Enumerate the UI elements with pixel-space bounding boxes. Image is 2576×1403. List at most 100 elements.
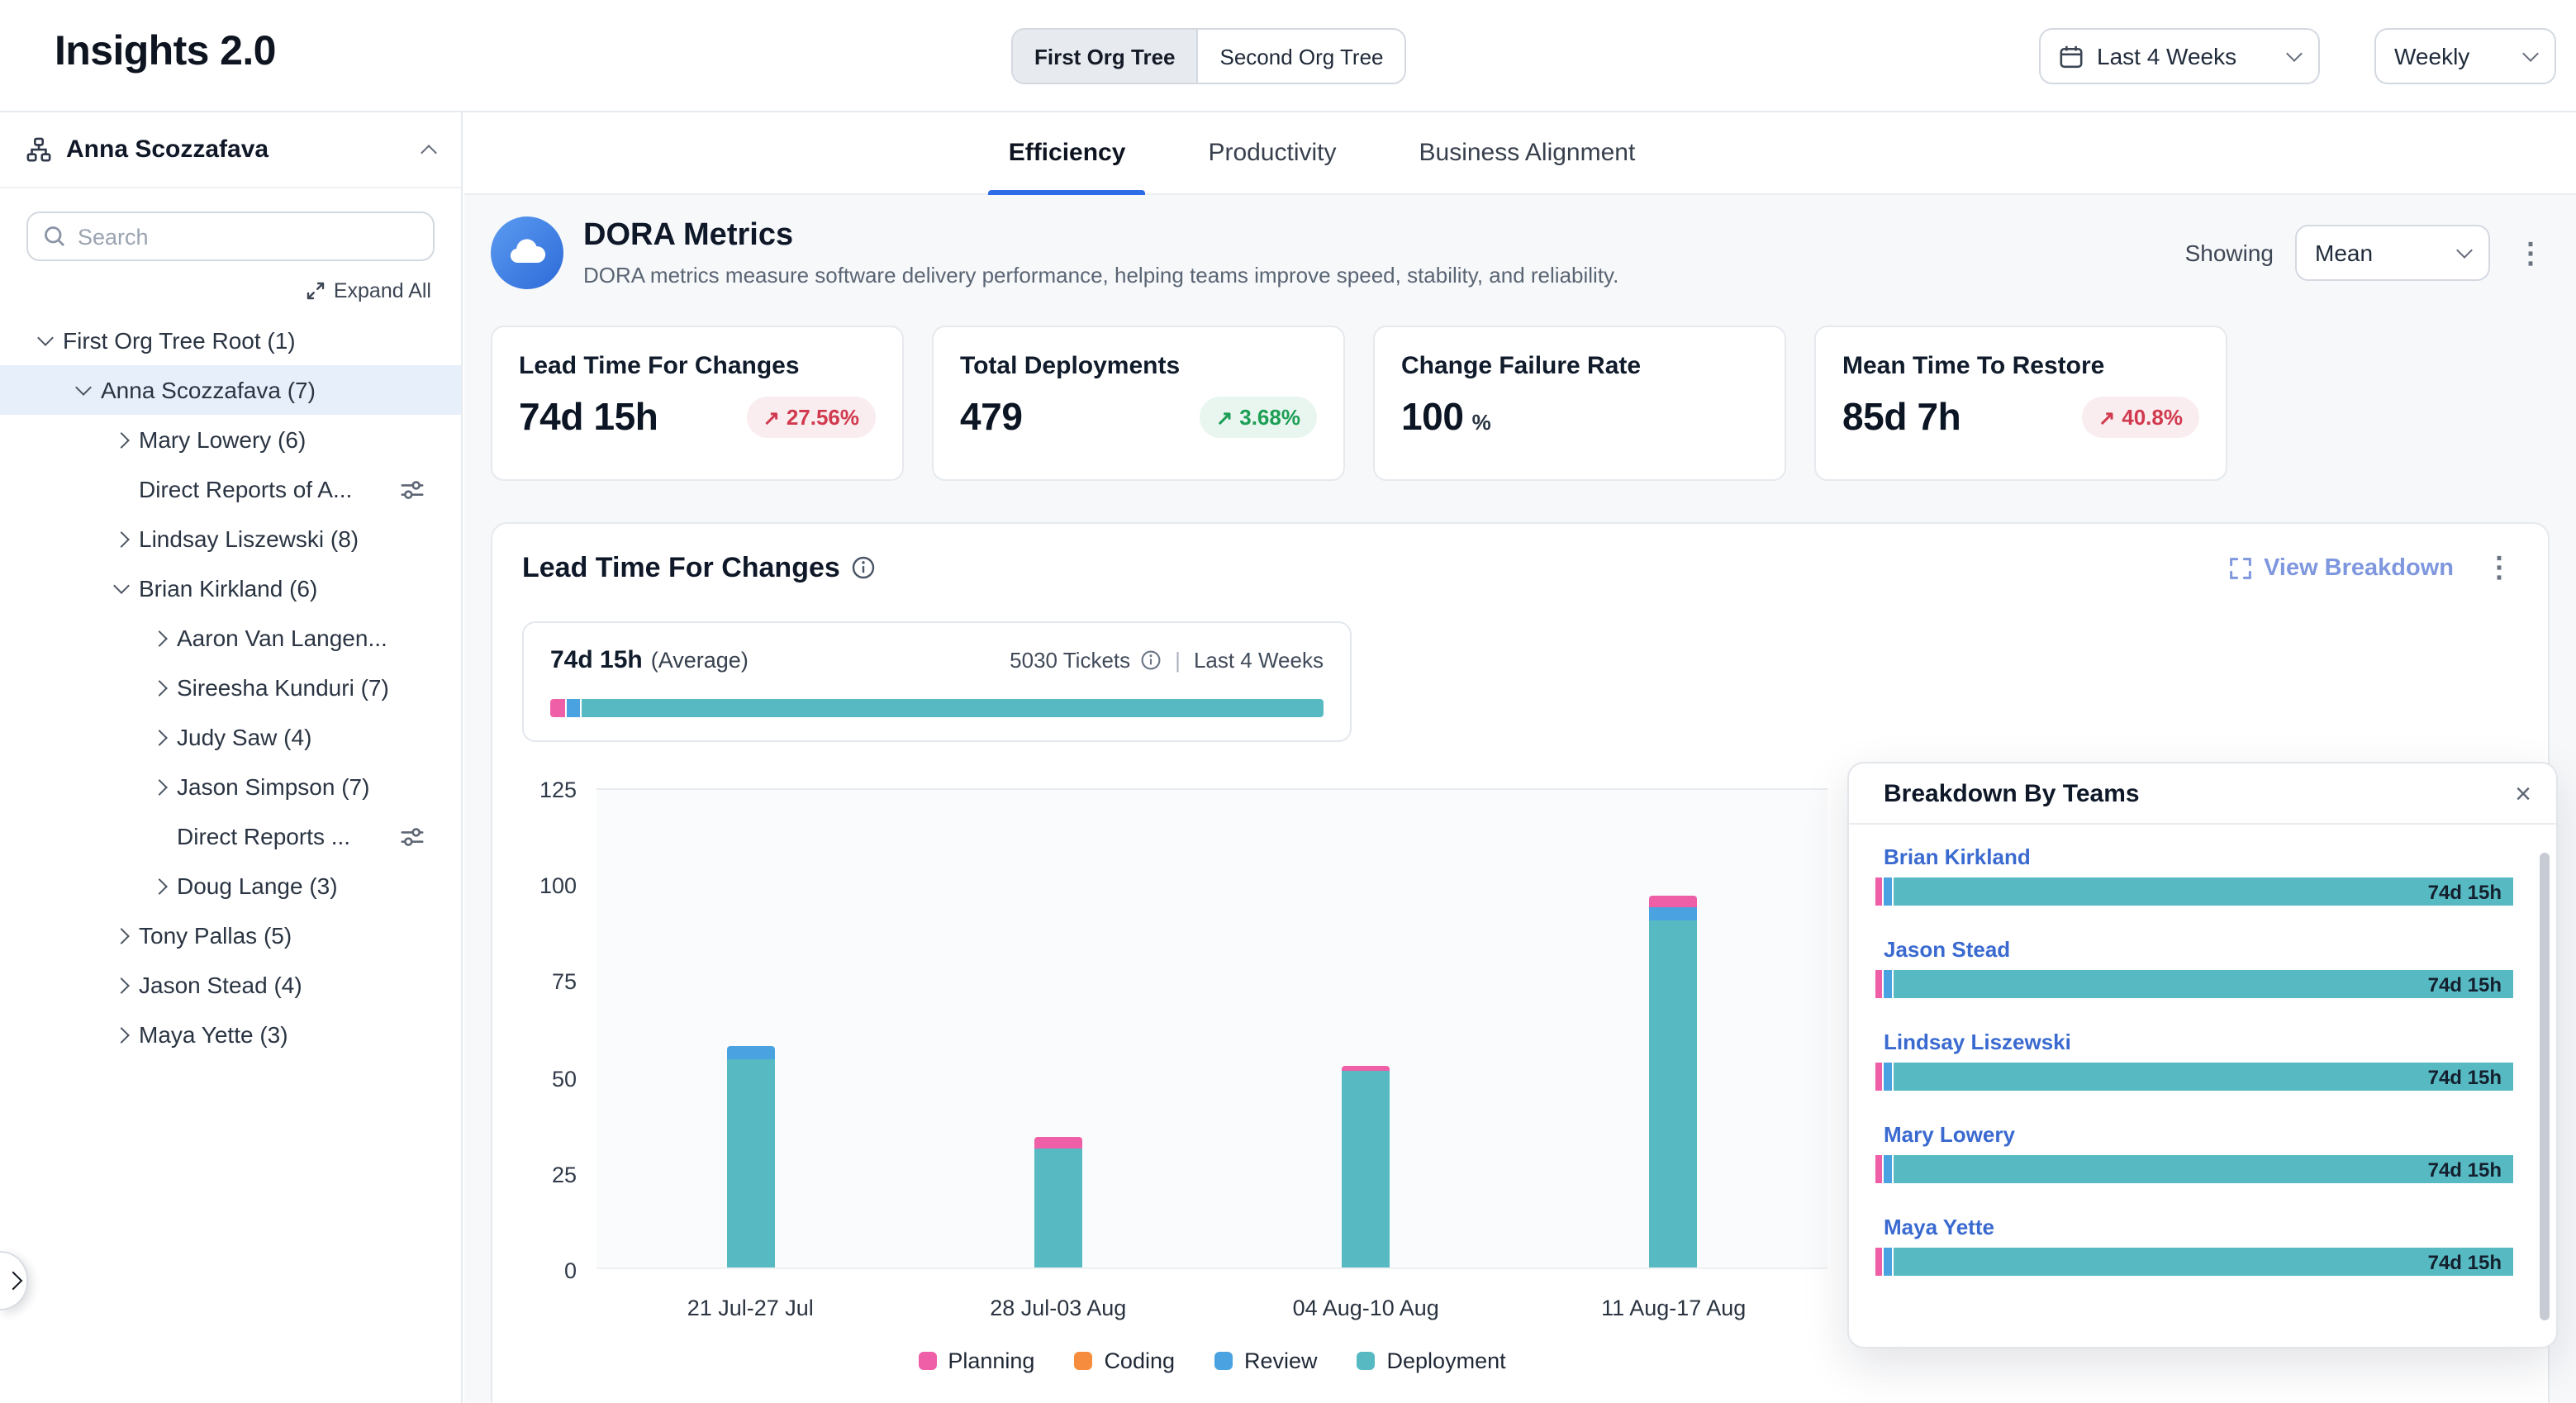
tree-item-anna-scozzafava-7[interactable]: Anna Scozzafava (7) xyxy=(0,365,461,415)
tree-item-label: First Org Tree Root (1) xyxy=(63,327,296,354)
breakdown-title: Breakdown By Teams xyxy=(1884,779,2515,807)
legend-item-planning[interactable]: Planning xyxy=(918,1348,1034,1373)
dora-kebab-menu-icon[interactable]: ⋮ xyxy=(2512,235,2550,270)
tree-item-mary-lowery-6[interactable]: Mary Lowery (6) xyxy=(0,415,461,464)
chevron-right-icon[interactable] xyxy=(112,977,129,993)
tab-efficiency[interactable]: Efficiency xyxy=(1004,112,1131,193)
breakdown-row-maya-yette: Maya Yette 74d 15h xyxy=(1875,1215,2513,1276)
tree-item-jason-simpson-7[interactable]: Jason Simpson (7) xyxy=(0,762,461,811)
breakdown-value: 74d 15h xyxy=(2428,880,2502,903)
chevron-right-icon[interactable] xyxy=(150,729,167,745)
filter-icon[interactable] xyxy=(400,477,425,502)
chart-bar-11-aug-17-aug[interactable] xyxy=(1650,896,1698,1267)
breakdown-team-link[interactable]: Brian Kirkland xyxy=(1884,844,2513,869)
breakdown-team-link[interactable]: Jason Stead xyxy=(1884,937,2513,962)
chevron-down-icon[interactable] xyxy=(112,578,129,594)
tree-chevron-box xyxy=(144,880,173,892)
breakdown-team-link[interactable]: Lindsay Liszewski xyxy=(1884,1030,2513,1054)
chevron-right-icon[interactable] xyxy=(150,778,167,795)
metric-card-title: Change Failure Rate xyxy=(1401,352,1758,380)
average-label: (Average) xyxy=(651,648,749,673)
tree-item-tony-pallas-5[interactable]: Tony Pallas (5) xyxy=(0,911,461,960)
chevron-down-icon[interactable] xyxy=(36,330,53,346)
filter-icon[interactable] xyxy=(400,824,425,849)
chevron-down-icon[interactable] xyxy=(74,379,91,396)
tree-item-lindsay-liszewski-8[interactable]: Lindsay Liszewski (8) xyxy=(0,514,461,564)
bar-segment-review xyxy=(1650,908,1698,921)
granularity-select[interactable]: Weekly xyxy=(2374,28,2556,84)
bar-segment-planning xyxy=(1650,896,1698,908)
legend-label: Coding xyxy=(1104,1348,1175,1373)
view-breakdown-button[interactable]: View Breakdown xyxy=(2229,554,2454,581)
tab-productivity[interactable]: Productivity xyxy=(1203,112,1341,193)
trend-up-icon: ↗ xyxy=(763,406,780,429)
breakdown-team-link[interactable]: Mary Lowery xyxy=(1884,1122,2513,1147)
tree-item-label: Anna Scozzafava (7) xyxy=(101,377,316,403)
search-input[interactable] xyxy=(78,224,418,249)
chevron-right-icon[interactable] xyxy=(112,927,129,944)
trend-up-icon: ↗ xyxy=(2098,406,2115,429)
sidebar-owner-row[interactable]: Anna Scozzafava xyxy=(0,112,461,188)
breakdown-bar: 74d 15h xyxy=(1875,970,2513,998)
chart-kebab-menu-icon[interactable]: ⋮ xyxy=(2480,550,2518,585)
tab-business-alignment[interactable]: Business Alignment xyxy=(1414,112,1641,193)
lead-time-chart: 0255075100125 xyxy=(596,788,1827,1269)
legend-swatch xyxy=(1357,1352,1376,1370)
tree-item-first-org-tree-root-1[interactable]: First Org Tree Root (1) xyxy=(0,316,461,365)
chevron-right-icon[interactable] xyxy=(150,630,167,646)
tree-chevron-box xyxy=(144,632,173,644)
breakdown-bar: 74d 15h xyxy=(1875,1063,2513,1091)
chart-bar-28-jul-03-aug[interactable] xyxy=(1034,1137,1082,1267)
y-axis-tick: 50 xyxy=(501,1066,577,1091)
bar-segment-deployment: 74d 15h xyxy=(1894,1155,2513,1183)
info-icon[interactable] xyxy=(1140,649,1162,671)
tree-item-label: Tony Pallas (5) xyxy=(139,922,292,949)
metric-card-total-deployments: Total Deployments479↗3.68% xyxy=(932,326,1345,481)
chevron-right-icon[interactable] xyxy=(112,1026,129,1043)
legend-item-review[interactable]: Review xyxy=(1214,1348,1318,1373)
org-chart-icon xyxy=(26,137,51,162)
tree-item-doug-lange-3[interactable]: Doug Lange (3) xyxy=(0,861,461,911)
legend-item-coding[interactable]: Coding xyxy=(1074,1348,1175,1373)
org-tree-toggle: First Org TreeSecond Org Tree xyxy=(1011,28,1407,84)
chevron-up-icon[interactable] xyxy=(421,144,437,160)
showing-select[interactable]: Mean xyxy=(2295,225,2490,281)
bar-segment-review xyxy=(726,1046,774,1059)
chevron-right-icon[interactable] xyxy=(150,877,167,894)
breakdown-bar: 74d 15h xyxy=(1875,1248,2513,1276)
metric-card-change-failure-rate: Change Failure Rate100% xyxy=(1373,326,1786,481)
tree-chevron-box xyxy=(106,585,135,592)
chart-legend: Planning Coding Review Deployment xyxy=(596,1348,1827,1373)
metric-card-delta-badge: ↗27.56% xyxy=(747,397,876,438)
date-range-select[interactable]: Last 4 Weeks xyxy=(2039,28,2320,84)
chevron-right-icon[interactable] xyxy=(112,530,129,547)
info-icon[interactable] xyxy=(852,555,877,580)
tree-item-jason-stead-4[interactable]: Jason Stead (4) xyxy=(0,960,461,1010)
chevron-right-icon[interactable] xyxy=(112,431,129,448)
chart-bar-21-jul-27-jul[interactable] xyxy=(726,1046,774,1267)
bar-segment-planning xyxy=(1875,1248,1882,1276)
tree-item-aaron-van-langen[interactable]: Aaron Van Langen... xyxy=(0,613,461,663)
chevron-right-icon[interactable] xyxy=(150,679,167,696)
chart-bar-04-aug-10-aug[interactable] xyxy=(1342,1066,1390,1267)
expand-all-button[interactable]: Expand All xyxy=(30,279,431,302)
search-icon xyxy=(43,225,66,248)
org-toggle-first-org-tree[interactable]: First Org Tree xyxy=(1013,30,1197,83)
metric-card-delta-badge: ↗3.68% xyxy=(1200,397,1317,438)
y-axis-tick: 25 xyxy=(501,1163,577,1187)
legend-item-deployment[interactable]: Deployment xyxy=(1357,1348,1506,1373)
tree-item-direct-reports[interactable]: Direct Reports ... xyxy=(0,811,461,861)
tree-item-direct-reports-of-a[interactable]: Direct Reports of A... xyxy=(0,464,461,514)
granularity-value: Weekly xyxy=(2394,43,2469,69)
tickets-count: 5030 Tickets xyxy=(1010,648,1130,673)
bar-segment-planning xyxy=(1875,877,1882,906)
bar-segment-review xyxy=(1884,1248,1892,1276)
tree-item-sireesha-kunduri-7[interactable]: Sireesha Kunduri (7) xyxy=(0,663,461,712)
org-toggle-second-org-tree[interactable]: Second Org Tree xyxy=(1197,30,1405,83)
breakdown-team-link[interactable]: Maya Yette xyxy=(1884,1215,2513,1239)
tree-item-judy-saw-4[interactable]: Judy Saw (4) xyxy=(0,712,461,762)
tree-item-maya-yette-3[interactable]: Maya Yette (3) xyxy=(0,1010,461,1059)
breakdown-scrollbar-thumb[interactable] xyxy=(2540,853,2550,1320)
tree-item-brian-kirkland-6[interactable]: Brian Kirkland (6) xyxy=(0,564,461,613)
close-icon[interactable]: × xyxy=(2515,779,2531,807)
